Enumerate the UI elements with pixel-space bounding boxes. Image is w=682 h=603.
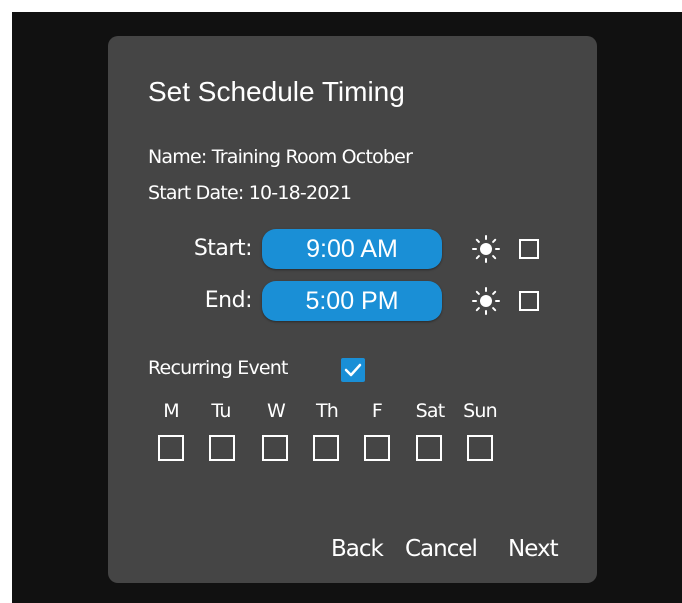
day-checkbox-m[interactable] [158, 435, 184, 461]
day-checkbox-sun[interactable] [467, 435, 493, 461]
day-checkbox-w[interactable] [262, 435, 288, 461]
day-label-tu: Tu [211, 400, 231, 422]
next-button[interactable]: Next [508, 536, 559, 562]
end-label: End: [204, 288, 253, 313]
day-checkbox-tu[interactable] [209, 435, 235, 461]
sun-icon [472, 235, 500, 263]
check-icon [344, 363, 362, 377]
recurring-event-label: Recurring Event [148, 357, 288, 379]
recurring-event-checkbox[interactable] [341, 358, 365, 382]
day-checkbox-th[interactable] [313, 435, 339, 461]
end-time-button[interactable]: 5:00 PM [262, 281, 442, 321]
sun-icon [472, 287, 500, 315]
start-daylight-checkbox[interactable] [519, 239, 539, 259]
day-label-sat: Sat [415, 400, 446, 422]
day-checkbox-sat[interactable] [416, 435, 442, 461]
back-button[interactable]: Back [331, 536, 384, 562]
day-label-sun: Sun [463, 400, 498, 422]
schedule-dialog: Set Schedule Timing Name: Training Room … [108, 36, 597, 583]
day-label-m: M [163, 400, 179, 422]
start-date: Start Date: 10-18-2021 [148, 182, 352, 204]
cancel-button[interactable]: Cancel [405, 536, 478, 562]
day-label-w: W [267, 400, 286, 422]
start-label: Start: [193, 236, 253, 261]
end-daylight-checkbox[interactable] [519, 291, 539, 311]
start-time-button[interactable]: 9:00 AM [262, 229, 442, 269]
schedule-name: Name: Training Room October [148, 146, 413, 168]
day-label-f: F [371, 400, 383, 422]
day-checkbox-f[interactable] [364, 435, 390, 461]
day-label-th: Th [315, 400, 339, 422]
dialog-title: Set Schedule Timing [148, 76, 405, 107]
